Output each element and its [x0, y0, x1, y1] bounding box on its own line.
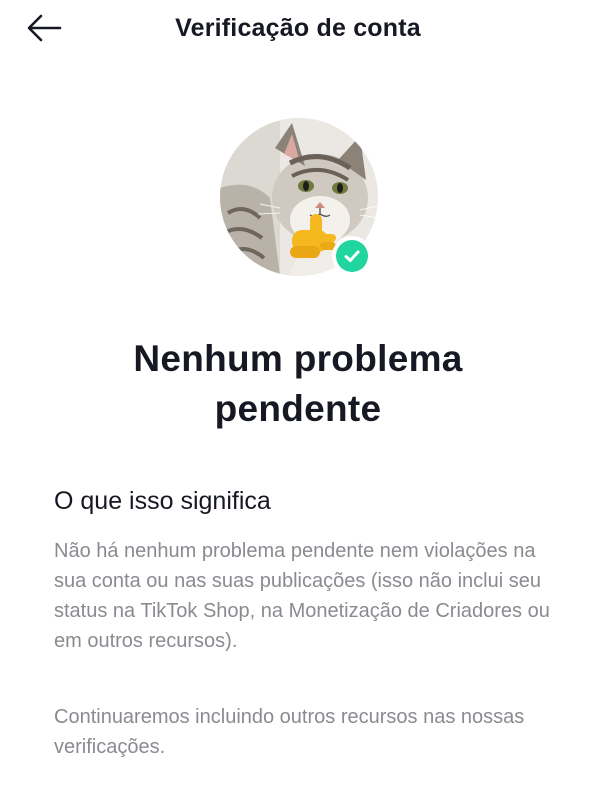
info-paragraph-1: Não há nenhum problema pendente nem viol… — [54, 540, 550, 652]
section-heading: O que isso significa — [54, 487, 271, 515]
status-title-line-2: pendente — [214, 388, 382, 429]
status-title-line-1: Nenhum problema — [133, 338, 463, 379]
top-bar: Verificação de conta — [0, 0, 596, 62]
check-icon — [336, 240, 368, 272]
page-title: Verificação de conta — [175, 14, 421, 42]
profile-avatar-container — [220, 118, 378, 276]
info-paragraph-2: Continuaremos incluindo outros recursos … — [54, 706, 525, 758]
status-title: Nenhum problema pendente — [0, 334, 596, 434]
verified-badge — [332, 236, 372, 276]
